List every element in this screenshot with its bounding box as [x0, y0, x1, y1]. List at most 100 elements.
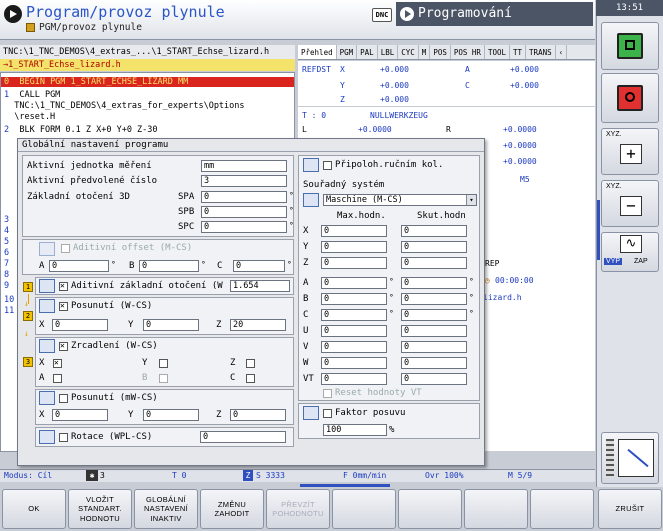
hw-max-field[interactable]: 0: [321, 225, 387, 237]
hw-max-field[interactable]: 0: [321, 341, 387, 353]
mirror-checkbox[interactable]: [59, 341, 68, 351]
tab-m[interactable]: M: [419, 45, 431, 59]
feed-factor-checkbox[interactable]: [323, 409, 332, 418]
tab-tool[interactable]: TOOL: [485, 45, 511, 59]
vt-actual-field: 0: [401, 373, 467, 385]
chevron-down-icon[interactable]: ▾: [466, 195, 476, 205]
minus-icon: −: [620, 196, 642, 216]
tab-scroll-left[interactable]: ‹: [556, 45, 568, 59]
rotation-wpl-checkbox[interactable]: [59, 433, 68, 442]
load-standard-softkey[interactable]: VLOŽIT STANDART. HODNOTU: [68, 489, 132, 529]
discard-changes-softkey[interactable]: ZMĚNU ZAHODIT: [200, 489, 264, 529]
arrow-button[interactable]: [601, 432, 659, 484]
tab-pal[interactable]: PAL: [357, 45, 378, 59]
degree-unit: °: [389, 277, 394, 286]
tab-overview[interactable]: Přehled: [298, 45, 337, 59]
feed-factor-field[interactable]: 100: [323, 424, 387, 436]
program-line[interactable]: \reset.H: [4, 112, 55, 122]
offset-b-field[interactable]: 0: [139, 260, 199, 272]
additive-offset-checkbox[interactable]: [61, 244, 70, 253]
tab-lbl[interactable]: LBL: [378, 45, 399, 59]
hw-actual-field: 0: [401, 293, 467, 305]
red-machine-icon: [617, 85, 643, 111]
program-file: lizard.h: [483, 293, 522, 302]
vt-max-field[interactable]: 0: [321, 373, 387, 385]
hw-max-field[interactable]: 0: [321, 309, 387, 321]
spa-field[interactable]: 0: [201, 191, 287, 203]
hw-max-field[interactable]: 0: [321, 325, 387, 337]
mode-subtitle-text: PGM/provoz plynule: [39, 22, 142, 33]
axis-label: C: [465, 81, 470, 90]
hw-max-field[interactable]: 0: [321, 357, 387, 369]
cancel-softkey[interactable]: ZRUŠIT: [598, 489, 662, 529]
hw-max-field[interactable]: 0: [321, 241, 387, 253]
xyz-minus-button[interactable]: XYZ. −: [601, 180, 659, 227]
mirror-z-checkbox[interactable]: [246, 359, 255, 368]
wave-toggle-button[interactable]: ∿ VYP ZAP: [601, 232, 659, 272]
hw-axis-label: X: [303, 226, 309, 236]
mirror-a-checkbox[interactable]: [53, 374, 62, 383]
mirror-x-checkbox[interactable]: [53, 358, 62, 368]
tab-pgm[interactable]: PGM: [337, 45, 358, 59]
programming-mode-button[interactable]: Programování: [396, 2, 593, 26]
max-value-header: Max.hodn.: [337, 211, 386, 221]
axis-label: A: [465, 65, 470, 74]
tool-name: NULLWERKZEUG: [370, 111, 428, 120]
line-text: CALL PGM: [9, 90, 61, 100]
program-file-tab[interactable]: →1_START_Echse_lizard.h: [0, 59, 295, 71]
mirror-icon: [39, 339, 55, 353]
coordinate-system-select[interactable]: Maschine (M-CS) ▾: [323, 194, 477, 206]
hw-max-field[interactable]: 0: [321, 277, 387, 289]
mirror-b-checkbox[interactable]: [159, 374, 168, 383]
global-inactive-softkey[interactable]: GLOBÁLNÍ NASTAVENÍ INAKTIV: [134, 489, 198, 529]
tab-trans[interactable]: TRANS: [526, 45, 556, 59]
shift-y-field[interactable]: 0: [143, 319, 199, 331]
offset-c-field[interactable]: 0: [233, 260, 285, 272]
shift-mw-y-field[interactable]: 0: [143, 409, 199, 421]
zap-label: ZAP: [634, 258, 648, 265]
m-status: M 5/9: [508, 471, 533, 480]
tab-tt[interactable]: TT: [510, 45, 527, 59]
shift-x-field[interactable]: 0: [52, 319, 108, 331]
empty-softkey[interactable]: [398, 489, 462, 529]
mirror-y-checkbox[interactable]: [159, 359, 168, 368]
shift-mw-x-field[interactable]: 0: [52, 409, 108, 421]
hw-axis-label: U: [303, 326, 309, 336]
take-value-softkey[interactable]: PŘEVZÍT POHODNOTU: [266, 489, 330, 529]
offset-a-field[interactable]: 0: [49, 260, 109, 272]
empty-softkey[interactable]: [332, 489, 396, 529]
empty-softkey[interactable]: [464, 489, 528, 529]
xyz-plus-button[interactable]: XYZ. +: [601, 128, 659, 175]
spc-field[interactable]: 0: [201, 221, 287, 233]
degree-unit: °: [469, 293, 474, 302]
program-line[interactable]: 2 BLK FORM 0.1 Z X+0 Y+0 Z-30: [4, 125, 158, 135]
shift-mw-z-field[interactable]: 0: [230, 409, 286, 421]
additive-rotation-checkbox[interactable]: [59, 281, 68, 291]
mirror-c-checkbox[interactable]: [246, 374, 255, 383]
rotation-wpl-field[interactable]: 0: [200, 431, 286, 443]
length-label: L: [302, 125, 307, 134]
refdst-label: REFDST: [302, 65, 331, 74]
program-line[interactable]: 0 BEGIN PGM 1_START_ECHSE_LIZARD MM: [1, 77, 294, 87]
shift-z-field[interactable]: 20: [230, 319, 286, 331]
additive-rotation-field[interactable]: 1.654: [230, 280, 290, 292]
tab-pos-hr[interactable]: POS HR: [451, 45, 485, 59]
global-settings-dialog: Globální nastavení programu Aktivní jedn…: [17, 138, 485, 466]
b-label: B: [142, 373, 148, 383]
program-line[interactable]: 1 CALL PGM: [4, 90, 60, 100]
reset-vt-checkbox[interactable]: [323, 389, 332, 398]
tab-pos[interactable]: POS: [430, 45, 451, 59]
shift-checkbox[interactable]: [59, 301, 68, 311]
hw-max-field[interactable]: 0: [321, 293, 387, 305]
program-line[interactable]: TNC:\1_TNC_DEMOS\4_extras_for_experts\Op…: [4, 101, 244, 111]
tab-cyc[interactable]: CYC: [398, 45, 419, 59]
handwheel-checkbox[interactable]: [323, 161, 332, 170]
shift-mw-checkbox[interactable]: [59, 394, 68, 403]
feed-factor-label: Faktor posuvu: [335, 408, 406, 418]
spb-field[interactable]: 0: [201, 206, 287, 218]
line-number: 5: [4, 237, 10, 247]
empty-softkey[interactable]: [530, 489, 594, 529]
spc-label: SPC: [178, 222, 195, 232]
ok-softkey[interactable]: OK: [2, 489, 66, 529]
hw-max-field[interactable]: 0: [321, 257, 387, 269]
